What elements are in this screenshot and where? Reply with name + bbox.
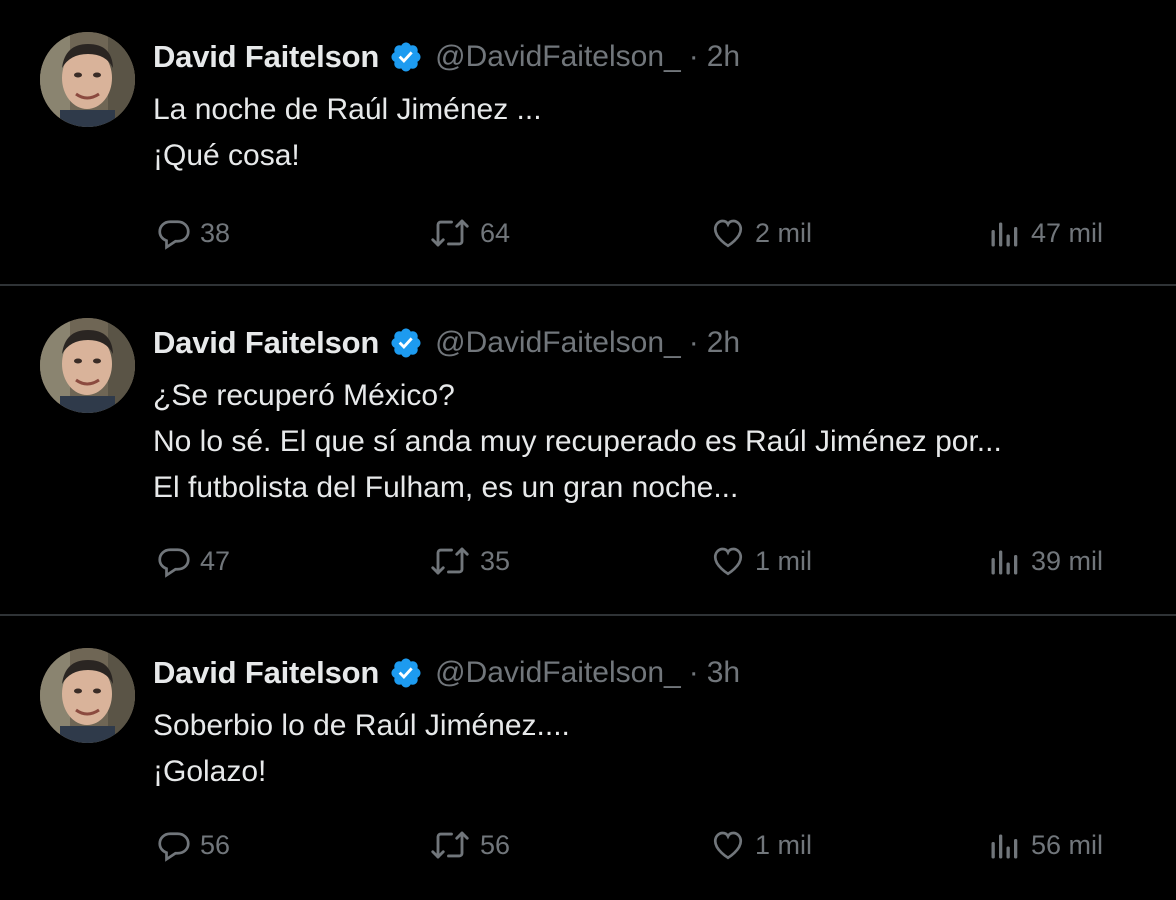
avatar[interactable] [40,318,135,413]
tweet-header: David Faitelson @DavidFaitelson_ · 2h [153,36,740,78]
views-count: 39 mil [1031,545,1104,576]
reply-button[interactable]: 47 [156,541,230,581]
retweet-count: 64 [480,217,511,248]
views-button[interactable]: 47 mil [987,213,1103,253]
tweet-text: ¿Se recuperó México? No lo sé. El que sí … [153,373,1156,511]
reply-button[interactable]: 38 [156,213,230,253]
heart-icon [709,827,747,863]
like-count: 1 mil [755,829,813,860]
retweet-icon [428,543,472,579]
tweet-text-line: La noche de Raúl Jiménez ... [153,93,542,126]
author-handle[interactable]: @DavidFaitelson_ [435,40,681,74]
retweet-icon [428,827,472,863]
views-count: 47 mil [1031,217,1104,248]
reply-count: 56 [200,829,231,860]
tweet-header: David Faitelson @DavidFaitelson_ · 2h [153,322,740,364]
timestamp[interactable]: 2h [707,40,740,74]
tweet-actions: 38 64 2 mil 47 mil [0,213,1176,253]
like-button[interactable]: 1 mil [709,825,812,865]
tweet-actions: 56 56 1 mil 56 mil [0,825,1176,865]
separator-dot: · [688,656,699,689]
like-button[interactable]: 2 mil [709,213,812,253]
like-count: 1 mil [755,545,813,576]
views-count: 56 mil [1031,829,1104,860]
retweet-count: 35 [480,545,511,576]
tweet-actions: 47 35 1 mil 39 mil [0,541,1176,581]
reply-count: 47 [200,545,231,576]
timestamp[interactable]: 3h [707,656,740,690]
reply-count: 38 [200,217,231,248]
avatar[interactable] [40,32,135,127]
verified-icon [379,326,423,360]
tweet[interactable]: David Faitelson @DavidFaitelson_ · 2h La noc… [0,0,1176,286]
author-name[interactable]: David Faitelson [153,39,379,75]
tweet[interactable]: David Faitelson @DavidFaitelson_ · 3h Soberb… [0,616,1176,900]
views-button[interactable]: 39 mil [987,541,1103,581]
tweet-header: David Faitelson @DavidFaitelson_ · 3h [153,652,740,694]
tweet[interactable]: David Faitelson @DavidFaitelson_ · 2h ¿Se re… [0,286,1176,616]
retweet-count: 56 [480,829,511,860]
tweet-text-line: ¡Golazo! [153,755,267,788]
reply-icon [156,543,192,579]
separator-dot: · [688,326,699,359]
like-button[interactable]: 1 mil [709,541,812,581]
heart-icon [709,543,747,579]
tweet-feed: David Faitelson @DavidFaitelson_ · 2h La noc… [0,0,1176,900]
like-count: 2 mil [755,217,813,248]
reply-icon [156,827,192,863]
author-name[interactable]: David Faitelson [153,655,379,691]
bar-chart-icon [987,215,1023,251]
verified-icon [379,656,423,690]
tweet-text-line: ¿Se recuperó México? [153,379,455,412]
heart-icon [709,215,747,251]
reply-icon [156,215,192,251]
bar-chart-icon [987,543,1023,579]
bar-chart-icon [987,827,1023,863]
views-button[interactable]: 56 mil [987,825,1103,865]
retweet-button[interactable]: 56 [428,825,510,865]
author-handle[interactable]: @DavidFaitelson_ [435,326,681,360]
tweet-text: La noche de Raúl Jiménez ... ¡Qué cosa! [153,87,1156,179]
tweet-text: Soberbio lo de Raúl Jiménez.... ¡Golazo! [153,703,1156,795]
tweet-text-line: Soberbio lo de Raúl Jiménez.... [153,709,570,742]
retweet-button[interactable]: 64 [428,213,510,253]
timestamp[interactable]: 2h [707,326,740,360]
tweet-text-line: ¡Qué cosa! [153,139,300,172]
author-name[interactable]: David Faitelson [153,325,379,361]
avatar[interactable] [40,648,135,743]
reply-button[interactable]: 56 [156,825,230,865]
separator-dot: · [688,40,699,73]
tweet-text-line: El futbolista del Fulham, es un gran noc… [153,471,739,504]
tweet-text-line: No lo sé. El que sí anda muy recuperado … [153,425,1002,458]
retweet-icon [428,215,472,251]
retweet-button[interactable]: 35 [428,541,510,581]
author-handle[interactable]: @DavidFaitelson_ [435,656,681,690]
verified-icon [379,40,423,74]
